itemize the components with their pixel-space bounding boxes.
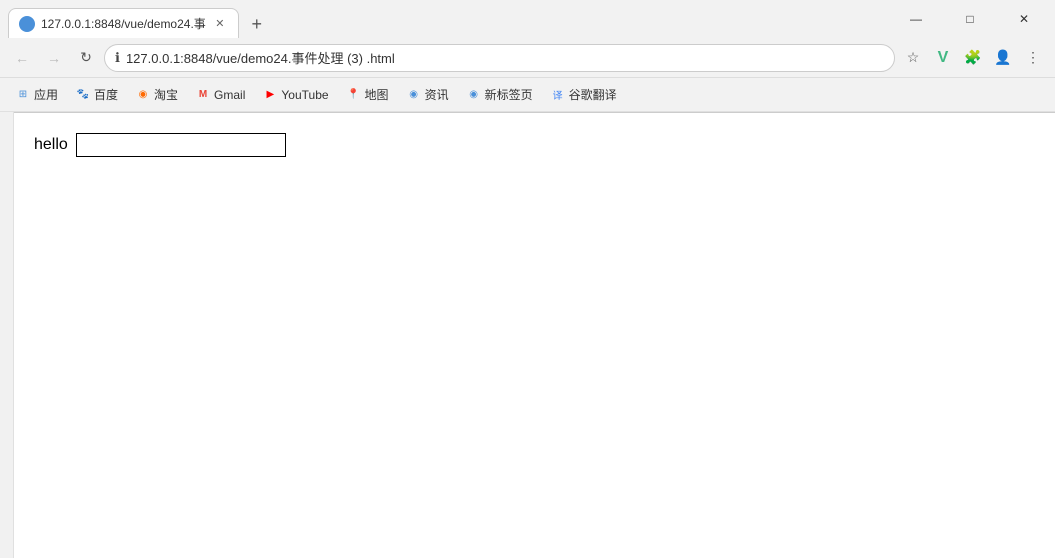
back-button[interactable]: ←	[8, 44, 36, 72]
news-icon: ◉	[407, 88, 421, 102]
tab-area: 127.0.0.1:8848/vue/demo24.事 ✕ +	[8, 0, 885, 38]
bookmark-apps[interactable]: ⊞ 应用	[8, 82, 66, 107]
page-content: hello	[14, 113, 1055, 177]
new-tab-button[interactable]: +	[243, 10, 271, 38]
forward-button[interactable]: →	[40, 44, 68, 72]
youtube-label: YouTube	[281, 88, 328, 102]
address-bar[interactable]: ℹ 127.0.0.1:8848/vue/demo24.事件处理 (3) .ht…	[104, 44, 895, 72]
translate-label: 谷歌翻译	[569, 86, 617, 103]
hello-label: hello	[34, 136, 68, 154]
menu-button[interactable]: ⋮	[1019, 44, 1047, 72]
vue-button[interactable]: V	[929, 44, 957, 72]
tab-title: 127.0.0.1:8848/vue/demo24.事	[41, 15, 206, 32]
bookmark-star-button[interactable]: ☆	[899, 44, 927, 72]
apps-icon: ⊞	[16, 88, 30, 102]
profile-button[interactable]: 👤	[989, 44, 1017, 72]
bookmark-gmail[interactable]: M Gmail	[188, 84, 253, 106]
maps-label: 地图	[365, 86, 389, 103]
title-bar: 127.0.0.1:8848/vue/demo24.事 ✕ + — □ ✕	[0, 0, 1055, 38]
forward-icon: →	[47, 50, 61, 66]
bookmark-star-icon: ☆	[907, 49, 920, 66]
bookmark-news[interactable]: ◉ 资讯	[399, 82, 457, 107]
bookmark-youtube[interactable]: ▶ YouTube	[255, 84, 336, 106]
vue-icon: V	[938, 49, 949, 67]
profile-icon: 👤	[994, 49, 1011, 66]
tab-favicon	[19, 16, 35, 32]
gmail-label: Gmail	[214, 88, 245, 102]
refresh-icon: ↻	[80, 49, 92, 66]
bookmarks-bar: ⊞ 应用 🐾 百度 ◉ 淘宝 M Gmail ▶ YouTube 📍 地图 ◉ …	[0, 78, 1055, 112]
secure-icon: ℹ	[115, 50, 120, 66]
back-icon: ←	[15, 50, 29, 66]
apps-label: 应用	[34, 86, 58, 103]
news-label: 资讯	[425, 86, 449, 103]
left-scrollbar	[0, 112, 14, 558]
close-button[interactable]: ✕	[1001, 0, 1047, 38]
newtab-label: 新标签页	[485, 86, 533, 103]
maximize-button[interactable]: □	[947, 0, 993, 38]
taobao-label: 淘宝	[154, 86, 178, 103]
bookmark-taobao[interactable]: ◉ 淘宝	[128, 82, 186, 107]
bookmark-maps[interactable]: 📍 地图	[339, 82, 397, 107]
toolbar-icons: ☆ V 🧩 👤 ⋮	[899, 44, 1047, 72]
refresh-button[interactable]: ↻	[72, 44, 100, 72]
menu-icon: ⋮	[1026, 49, 1040, 66]
tab-close-button[interactable]: ✕	[212, 16, 228, 32]
address-text: 127.0.0.1:8848/vue/demo24.事件处理 (3) .html	[126, 48, 884, 67]
window-controls: — □ ✕	[893, 0, 1047, 38]
bookmark-baidu[interactable]: 🐾 百度	[68, 82, 126, 107]
extensions-button[interactable]: 🧩	[959, 44, 987, 72]
maps-icon: 📍	[347, 88, 361, 102]
hello-input[interactable]	[76, 133, 286, 157]
baidu-icon: 🐾	[76, 88, 90, 102]
translate-icon: 译	[551, 88, 565, 102]
baidu-label: 百度	[94, 86, 118, 103]
active-tab[interactable]: 127.0.0.1:8848/vue/demo24.事 ✕	[8, 8, 239, 38]
address-bar-area: ← → ↻ ℹ 127.0.0.1:8848/vue/demo24.事件处理 (…	[0, 38, 1055, 78]
minimize-button[interactable]: —	[893, 0, 939, 38]
extensions-icon: 🧩	[964, 49, 981, 66]
taobao-icon: ◉	[136, 88, 150, 102]
bookmark-translate[interactable]: 译 谷歌翻译	[543, 82, 625, 107]
bookmark-newtab[interactable]: ◉ 新标签页	[459, 82, 541, 107]
youtube-icon: ▶	[263, 88, 277, 102]
newtab-icon: ◉	[467, 88, 481, 102]
gmail-icon: M	[196, 88, 210, 102]
